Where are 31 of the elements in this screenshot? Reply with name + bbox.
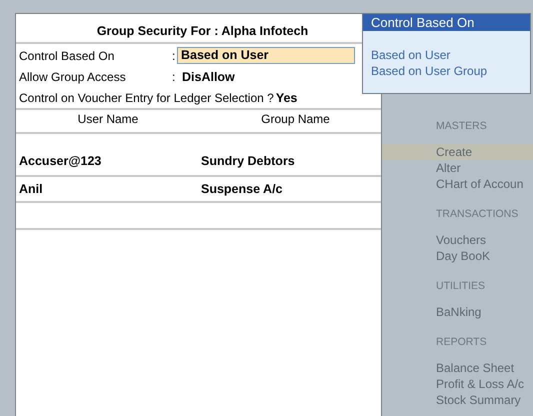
input-field[interactable]: Based on User <box>177 47 355 64</box>
menu-item[interactable]: Alter <box>382 160 533 176</box>
menu-item[interactable]: Day BooK <box>382 248 533 264</box>
menu-heading: MASTERS <box>435 119 488 134</box>
table-cell-text: Sundry Debtors <box>201 154 296 168</box>
colon-separator: : <box>172 70 176 84</box>
dropdown-option[interactable]: Based on User Group <box>363 63 530 79</box>
dropdown-option[interactable]: Based on User <box>363 47 530 63</box>
colon-separator: : <box>172 48 176 62</box>
column-header: User Name <box>76 111 140 128</box>
menu-item[interactable]: Profit & Loss A/c <box>382 376 533 392</box>
table-cell-text: Suspense A/c <box>201 182 284 196</box>
menu-item[interactable]: Create <box>382 144 533 160</box>
menu-item[interactable]: Stock Summary <box>382 392 533 408</box>
field-label: Allow Group Access <box>19 70 127 84</box>
question-label: Control on Voucher Entry for Ledger Selection ? <box>19 90 274 104</box>
menu-item[interactable]: BaNking <box>382 304 533 320</box>
table-cell-text: Anil <box>19 182 44 196</box>
menu-heading: TRANSACTIONS <box>435 207 520 222</box>
menu-item[interactable]: Balance Sheet <box>382 360 533 376</box>
menu-item[interactable]: Vouchers <box>382 232 533 248</box>
field-value: DisAllow <box>181 70 235 84</box>
table-cell-text: Accuser@123 <box>19 154 102 168</box>
form-title: Group Security For : Alpha Infotech <box>96 24 308 38</box>
column-header: Group Name <box>260 111 331 128</box>
menu-heading: REPORTS <box>435 335 488 350</box>
dropdown-title: Control Based On <box>363 14 530 31</box>
menu-item[interactable]: CHart of Accoun <box>382 176 533 192</box>
menu-heading: UTILITIES <box>435 279 486 294</box>
field-label: Control Based On <box>19 48 116 62</box>
question-value: Yes <box>274 90 298 104</box>
